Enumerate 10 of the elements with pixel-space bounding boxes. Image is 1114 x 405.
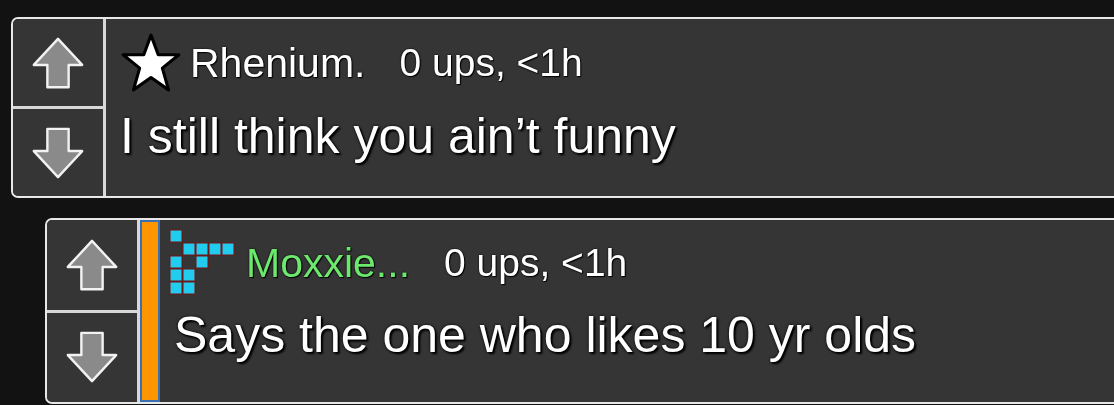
comment-meta: 0 ups, <1h (399, 41, 583, 85)
comment-meta: 0 ups, <1h (444, 241, 628, 285)
downvote-button[interactable] (47, 309, 137, 402)
star-icon (120, 32, 182, 94)
comment-text: I still think you ain’t funny (120, 107, 677, 165)
comment-text: Says the one who likes 10 yr olds (174, 306, 918, 364)
author-link[interactable]: Rhenium. (190, 39, 366, 87)
downvote-button[interactable] (13, 106, 103, 196)
pixel-avatar-icon (168, 228, 238, 298)
author-link[interactable]: Moxxie... (246, 239, 411, 287)
